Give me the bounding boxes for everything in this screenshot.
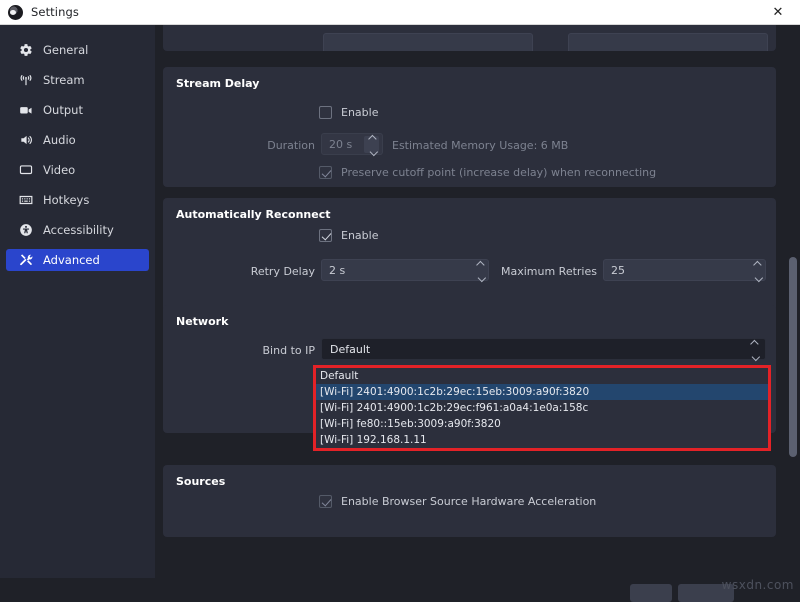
dropdown-option-wifi-linklocal[interactable]: [Wi-Fi] fe80::15eb:3009:a90f:3820 [316, 416, 768, 432]
duration-stepper[interactable] [364, 136, 379, 153]
combobox-arrows-icon[interactable] [747, 341, 759, 358]
dialog-button-bar: wsxdn.com [0, 578, 800, 593]
partial-field-left[interactable] [323, 33, 533, 51]
sidebar-item-label: Stream [43, 73, 85, 87]
sidebar-item-general[interactable]: General [6, 39, 149, 61]
settings-content-pane: Stream Delay Enable Duration 20 s Estima… [155, 25, 800, 578]
bind-to-ip-combobox[interactable]: Default [321, 338, 766, 360]
ok-button[interactable] [630, 584, 672, 602]
content-scrollbar-thumb[interactable] [789, 257, 797, 457]
chevron-down-icon[interactable] [368, 149, 375, 153]
bind-to-ip-label: Bind to IP [223, 344, 315, 357]
panel-stream-delay: Stream Delay Enable Duration 20 s Estima… [163, 67, 776, 187]
maximum-retries-label: Maximum Retries [493, 265, 597, 278]
browser-hw-accel-checkbox[interactable] [319, 495, 332, 508]
sidebar-item-output[interactable]: Output [6, 99, 149, 121]
chevron-down-icon[interactable] [753, 275, 760, 279]
panel-auto-reconnect: Automatically Reconnect Enable Retry Del… [163, 198, 776, 312]
window-titlebar: Settings ✕ [0, 0, 800, 25]
content-scrollbar-track[interactable] [788, 27, 798, 576]
sidebar-item-accessibility[interactable]: Accessibility [6, 219, 149, 241]
retry-delay-input[interactable]: 2 s [321, 259, 489, 281]
duration-value: 20 s [329, 138, 352, 151]
sidebar-item-label: Output [43, 103, 83, 117]
dropdown-option-wifi-ipv6-2[interactable]: [Wi-Fi] 2401:4900:1c2b:29ec:f961:a0a4:1e… [316, 400, 768, 416]
browser-hw-accel-label: Enable Browser Source Hardware Accelerat… [341, 495, 596, 508]
dropdown-option-default[interactable]: Default [316, 368, 768, 384]
dropdown-option-wifi-ipv6-1[interactable]: [Wi-Fi] 2401:4900:1c2b:29ec:15eb:3009:a9… [316, 384, 768, 400]
retry-delay-value: 2 s [329, 264, 345, 277]
sidebar-item-audio[interactable]: Audio [6, 129, 149, 151]
chevron-up-icon[interactable] [368, 136, 375, 140]
maximum-retries-input[interactable]: 25 [603, 259, 766, 281]
preserve-cutoff-checkbox[interactable] [319, 166, 332, 179]
settings-sidebar: General Stream Output [0, 25, 155, 578]
retry-delay-label: Retry Delay [223, 265, 315, 278]
auto-reconnect-enable-label: Enable [341, 229, 378, 242]
chevron-up-icon[interactable] [476, 262, 483, 266]
sidebar-item-label: General [43, 43, 88, 57]
obs-logo-icon [8, 5, 23, 20]
speaker-icon [18, 133, 33, 148]
sidebar-item-label: Advanced [43, 253, 100, 267]
chevron-up-icon [750, 341, 757, 345]
auto-reconnect-enable-checkbox[interactable] [319, 229, 332, 242]
watermark: wsxdn.com [722, 578, 794, 592]
duration-input[interactable]: 20 s [321, 133, 383, 155]
gear-icon [18, 43, 33, 58]
sidebar-item-label: Accessibility [43, 223, 114, 237]
video-camera-icon [18, 103, 33, 118]
monitor-icon [18, 163, 33, 178]
window-title: Settings [31, 5, 79, 19]
sidebar-item-advanced[interactable]: Advanced [6, 249, 149, 271]
dropdown-option-wifi-ipv4[interactable]: [Wi-Fi] 192.168.1.11 [316, 432, 768, 448]
bind-to-ip-value: Default [330, 343, 370, 356]
section-title-sources: Sources [176, 475, 225, 488]
tools-icon [18, 253, 33, 268]
maximum-retries-value: 25 [611, 264, 625, 277]
sidebar-item-video[interactable]: Video [6, 159, 149, 181]
stream-delay-enable-checkbox[interactable] [319, 106, 332, 119]
chevron-down-icon[interactable] [476, 275, 483, 279]
accessibility-icon [18, 223, 33, 238]
sidebar-item-label: Hotkeys [43, 193, 89, 207]
antenna-icon [18, 73, 33, 88]
maximum-retries-stepper[interactable] [750, 262, 762, 279]
section-title-stream-delay: Stream Delay [176, 77, 259, 90]
panel-sources: Sources Enable Browser Source Hardware A… [163, 465, 776, 537]
chevron-up-icon[interactable] [753, 262, 760, 266]
chevron-down-icon [750, 354, 757, 358]
partial-field-right[interactable] [568, 33, 768, 51]
retry-delay-stepper[interactable] [473, 262, 485, 279]
duration-label: Duration [233, 139, 315, 152]
section-title-network: Network [176, 315, 228, 328]
partial-panel-above [163, 25, 776, 51]
close-icon[interactable]: ✕ [756, 0, 800, 25]
preserve-cutoff-label: Preserve cutoff point (increase delay) w… [341, 166, 656, 179]
estimated-memory-usage-label: Estimated Memory Usage: 6 MB [392, 139, 568, 152]
sidebar-item-label: Audio [43, 133, 76, 147]
bind-to-ip-dropdown-list[interactable]: Default [Wi-Fi] 2401:4900:1c2b:29ec:15eb… [313, 365, 771, 451]
section-title-auto-reconnect: Automatically Reconnect [176, 208, 330, 221]
keyboard-icon [18, 193, 33, 208]
sidebar-item-stream[interactable]: Stream [6, 69, 149, 91]
sidebar-item-label: Video [43, 163, 75, 177]
settings-window-body: General Stream Output [0, 25, 800, 593]
stream-delay-enable-label: Enable [341, 106, 378, 119]
sidebar-item-hotkeys[interactable]: Hotkeys [6, 189, 149, 211]
